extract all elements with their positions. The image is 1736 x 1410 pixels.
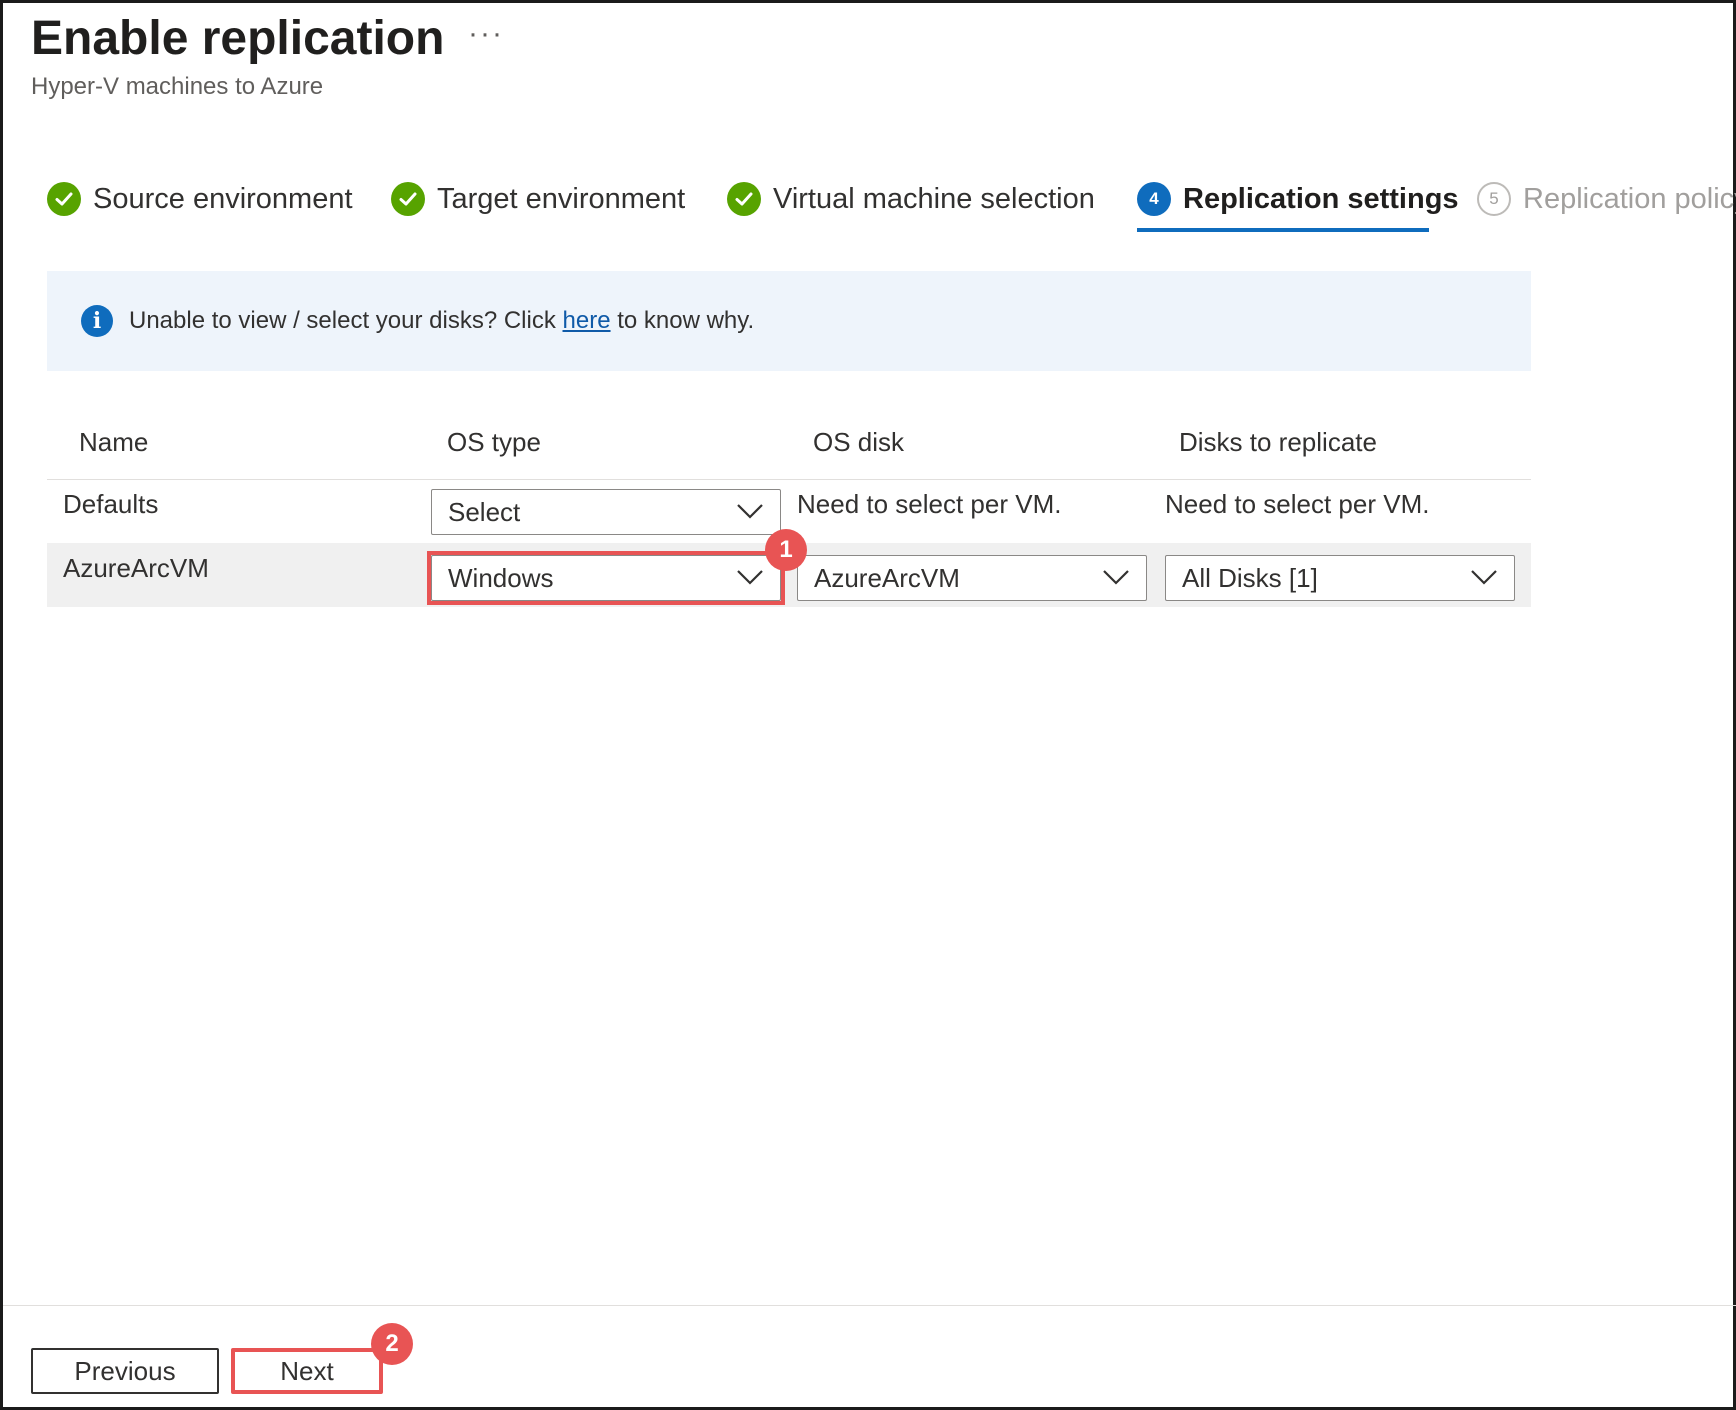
more-options-button[interactable]: ··· — [468, 17, 504, 51]
chevron-down-icon — [1471, 570, 1497, 585]
callout-highlight-os-type — [427, 551, 785, 605]
tab-source-environment[interactable]: Source environment — [47, 177, 353, 221]
checkmark-icon — [391, 182, 425, 216]
info-message-bar: i Unable to view / select your disks? Cl… — [47, 271, 1531, 371]
step-number-badge: 5 — [1477, 182, 1511, 216]
step-label: Target environment — [437, 182, 686, 215]
dropdown-value: AzureArcVM — [814, 562, 960, 593]
header-divider — [47, 479, 1531, 480]
footer-divider — [3, 1305, 1736, 1306]
next-button[interactable]: Next — [231, 1348, 383, 1394]
info-text-after: to know why. — [610, 307, 755, 334]
dropdown-value: All Disks [1] — [1182, 562, 1318, 593]
defaults-row-name: Defaults — [63, 489, 159, 519]
callout-badge-2: 2 — [371, 1323, 413, 1365]
vm-disks-to-replicate-dropdown[interactable]: All Disks [1] — [1165, 555, 1515, 601]
defaults-disks-text: Need to select per VM. — [1165, 489, 1430, 519]
previous-button[interactable]: Previous — [31, 1348, 219, 1394]
active-tab-indicator — [1137, 228, 1429, 232]
column-header-os-type: OS type — [447, 427, 541, 457]
column-header-name: Name — [79, 427, 149, 457]
callout-badge-1: 1 — [765, 529, 807, 571]
checkmark-icon — [47, 182, 81, 216]
step-label: Source environment — [93, 182, 353, 215]
tab-replication-policy: 5 Replication policy — [1477, 177, 1736, 221]
defaults-os-type-dropdown[interactable]: Select — [431, 489, 781, 535]
checkmark-icon — [727, 182, 761, 216]
tab-virtual-machine-selection[interactable]: Virtual machine selection — [727, 177, 1095, 221]
here-link[interactable]: here — [563, 307, 611, 334]
column-header-os-disk: OS disk — [813, 427, 905, 457]
column-header-disks-to-replicate: Disks to replicate — [1179, 427, 1377, 457]
step-number-badge: 4 — [1137, 182, 1171, 216]
defaults-os-disk-text: Need to select per VM. — [797, 489, 1062, 519]
page-title: Enable replication — [31, 12, 445, 65]
step-label: Replication settings — [1183, 182, 1459, 215]
tab-replication-settings[interactable]: 4 Replication settings — [1137, 177, 1459, 221]
info-message: Unable to view / select your disks? Clic… — [129, 307, 754, 335]
chevron-down-icon — [737, 504, 763, 519]
step-label: Replication policy — [1523, 182, 1736, 215]
vm-os-disk-dropdown[interactable]: AzureArcVM — [797, 555, 1147, 601]
tab-target-environment[interactable]: Target environment — [391, 177, 685, 221]
chevron-down-icon — [1103, 570, 1129, 585]
info-text-before: Unable to view / select your disks? Clic… — [129, 307, 563, 334]
page-subtitle: Hyper-V machines to Azure — [31, 73, 324, 100]
dropdown-value: Select — [448, 496, 521, 527]
step-label: Virtual machine selection — [773, 182, 1095, 215]
enable-replication-pane: Enable replication ··· Hyper-V machines … — [0, 0, 1736, 1410]
vm-row-name: AzureArcVM — [63, 553, 209, 583]
info-icon: i — [81, 305, 113, 337]
